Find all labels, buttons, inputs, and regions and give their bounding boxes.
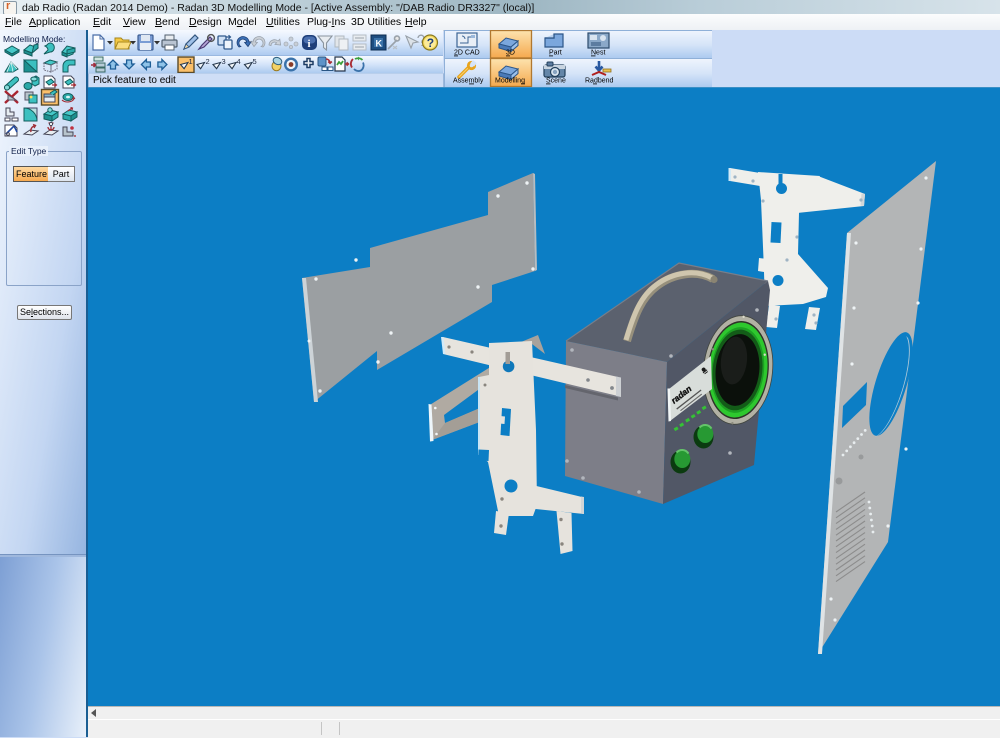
svg-text:i: i xyxy=(308,38,311,50)
svg-text:K: K xyxy=(376,39,383,49)
svg-text:2D CAD: 2D CAD xyxy=(454,50,480,57)
svg-text:3D: 3D xyxy=(506,50,515,57)
svg-text:4: 4 xyxy=(237,57,241,66)
svg-text:2: 2 xyxy=(206,57,210,66)
svg-text:Modelling: Modelling xyxy=(495,78,525,85)
svg-text:Scene: Scene xyxy=(546,78,566,85)
svg-text:Nest: Nest xyxy=(591,50,605,57)
svg-text:?: ? xyxy=(427,36,434,50)
svg-text:Part: Part xyxy=(549,50,562,57)
svg-text:3: 3 xyxy=(222,57,226,66)
svg-text:5: 5 xyxy=(253,57,257,66)
svg-text:1: 1 xyxy=(189,57,193,66)
svg-text:Radbend: Radbend xyxy=(585,78,614,85)
svg-text:Assembly: Assembly xyxy=(453,78,484,85)
